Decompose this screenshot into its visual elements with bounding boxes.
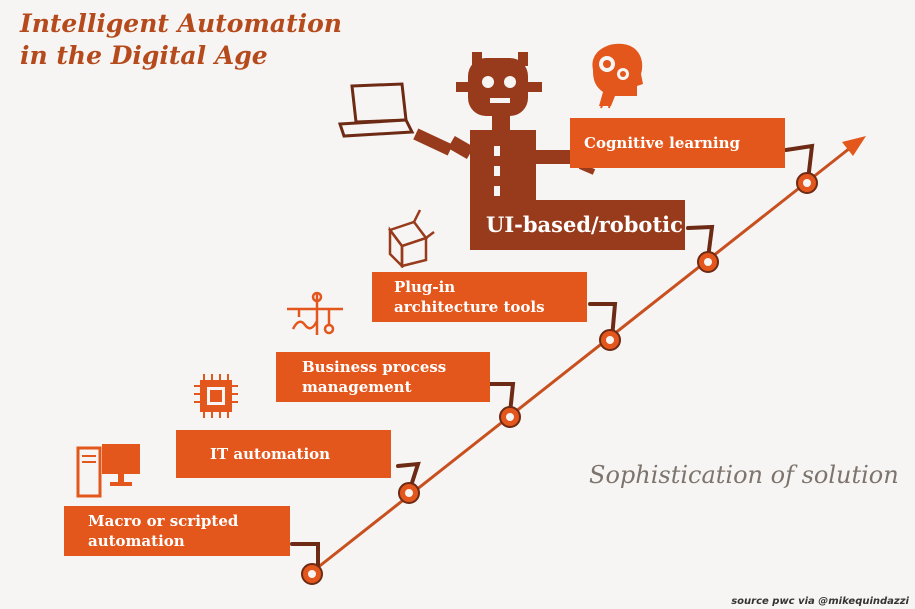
source-credit: source pwc via @mikequindazzi xyxy=(731,596,909,607)
circuit-icon xyxy=(287,291,343,335)
step-it-automation: IT automation xyxy=(176,430,391,478)
laptop-icon xyxy=(337,82,415,138)
step-plugin-architecture-tools: Plug-in architecture tools xyxy=(372,272,587,322)
step-ui-based-robotic: UI-based/robotic xyxy=(470,200,685,250)
step-cognitive-learning: Cognitive learning xyxy=(570,118,785,168)
desktop-computer-icon xyxy=(76,444,140,498)
step-macro-line1: Macro or scripted xyxy=(88,512,239,530)
step-business-process-management: Business process management xyxy=(276,352,490,402)
step-macro-automation: Macro or scripted automation xyxy=(64,506,290,556)
step-it-line1: IT automation xyxy=(210,445,331,463)
step-plugin-line1: Plug-in xyxy=(394,278,456,296)
step-macro-line2: automation xyxy=(88,532,185,550)
brain-gears-icon xyxy=(592,43,643,109)
microchip-icon xyxy=(194,374,238,418)
axis-label: Sophistication of solution xyxy=(589,461,899,489)
step-ui-line1: UI-based/robotic xyxy=(486,212,683,237)
step-cognitive-line1: Cognitive learning xyxy=(584,134,741,152)
step-bpm-line1: Business process xyxy=(302,358,447,376)
step-bpm-line2: management xyxy=(302,378,412,396)
step-plugin-line2: architecture tools xyxy=(394,298,545,316)
